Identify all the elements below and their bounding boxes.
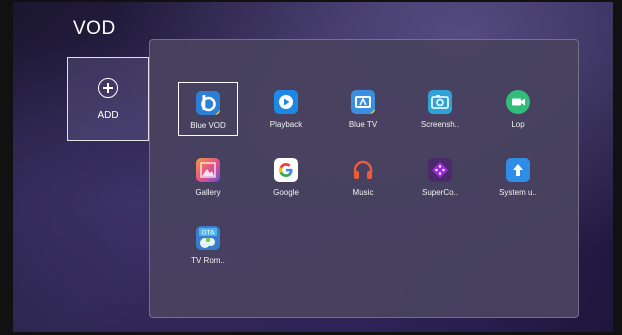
app-superco[interactable]: SuperCo..: [410, 150, 470, 204]
gallery-icon: [196, 158, 220, 182]
app-music[interactable]: Music: [333, 150, 393, 204]
app-playback[interactable]: Playback: [256, 82, 316, 136]
app-label: System u..: [499, 188, 537, 197]
app-blue-tv[interactable]: Blue TV: [333, 82, 393, 136]
svg-text:OTA: OTA: [201, 229, 215, 237]
playback-icon: [274, 90, 298, 114]
app-label: Music: [352, 188, 374, 197]
headphones-icon: [351, 158, 375, 182]
blue-vod-icon: [196, 91, 220, 115]
system-update-icon: [506, 158, 530, 182]
screenshot-icon: [428, 90, 452, 114]
add-button-label: ADD: [97, 110, 119, 121]
app-label: Screensh..: [420, 120, 460, 129]
app-picker-panel: Blue VOD Playback Blue TV Screensh.. Lop…: [149, 39, 579, 318]
app-label: Google: [273, 188, 299, 197]
app-label: SuperCo..: [421, 188, 459, 197]
add-button[interactable]: ADD: [67, 57, 149, 141]
app-label: Lop: [511, 120, 525, 129]
app-google[interactable]: Google: [256, 150, 316, 204]
app-blue-vod[interactable]: Blue VOD: [178, 82, 238, 136]
app-label: Blue TV: [348, 120, 378, 129]
blue-tv-icon: [351, 90, 375, 114]
video-camera-icon: [506, 90, 530, 114]
app-lop[interactable]: Lop: [488, 82, 548, 136]
app-label: Playback: [269, 120, 303, 129]
gamepad-icon: [428, 158, 452, 182]
app-system-update[interactable]: System u..: [488, 150, 548, 204]
app-tv-rom[interactable]: OTA TV Rom..: [178, 218, 238, 272]
app-label: Gallery: [195, 188, 221, 197]
page-title: VOD: [73, 18, 116, 39]
app-label: TV Rom..: [191, 256, 225, 265]
plus-circle-icon: [98, 78, 118, 98]
app-screenshot[interactable]: Screensh..: [410, 82, 470, 136]
google-icon: [274, 158, 298, 182]
tv-screen: VOD ADD Blue VOD Playback Blue TV Screen…: [13, 2, 613, 332]
app-gallery[interactable]: Gallery: [178, 150, 238, 204]
app-label: Blue VOD: [190, 121, 226, 130]
ota-icon: OTA: [196, 226, 220, 250]
